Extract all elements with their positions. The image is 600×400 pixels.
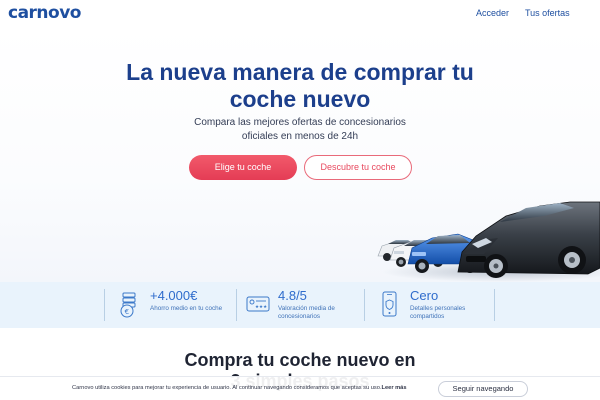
choose-car-button[interactable]: Elige tu coche — [189, 155, 297, 180]
cookie-message: Carnovo utiliza cookies para mejorar tu … — [72, 385, 382, 391]
top-header: carnovo Acceder Tus ofertas — [0, 0, 600, 26]
hero-subtitle-line-1: Compara las mejores ofertas de concesion… — [194, 117, 406, 128]
rating-card-icon: ★★★ — [246, 296, 270, 312]
benefit-rating-value: 4.8/5 — [278, 288, 307, 303]
svg-text:★★★: ★★★ — [255, 304, 267, 310]
benefit-privacy-value: Cero — [410, 288, 439, 303]
benefit-privacy-label: Detalles personales compartidos — [410, 305, 466, 320]
hero-title-line-1: La nueva manera de comprar tu — [126, 59, 474, 85]
benefit-savings-label: Ahorro medio en tu coche — [150, 305, 223, 312]
benefit-privacy: Cero Detalles personales compartidos — [378, 288, 488, 322]
divider — [494, 289, 495, 321]
benefit-rating-label: Valoración media de concesionarios — [278, 305, 335, 320]
carnovo-logo[interactable]: carnovo — [8, 3, 81, 23]
cookie-banner: Carnovo utiliza cookies para mejorar tu … — [0, 376, 600, 400]
hero-subtitle-line-2: oficiales en menos de 24h — [241, 131, 359, 142]
hero-subtitle: Compara las mejores ofertas de concesion… — [190, 116, 410, 144]
read-more-link[interactable]: Leer más — [382, 385, 407, 391]
cookie-text: Carnovo utiliza cookies para mejorar tu … — [72, 385, 407, 391]
cars-illustration — [377, 201, 600, 282]
divider — [236, 289, 237, 321]
benefits-strip: € +4.000€ Ahorro medio en tu coche ★★★ 4… — [0, 282, 600, 328]
hero-title-line-2: coche nuevo — [229, 86, 371, 112]
login-link[interactable]: Acceder — [476, 8, 509, 18]
my-offers-link[interactable]: Tus ofertas — [525, 8, 570, 18]
coins-icon: € — [120, 292, 136, 318]
divider — [104, 289, 105, 321]
hero-section: La nueva manera de comprar tu coche nuev… — [0, 26, 600, 282]
hero-title: La nueva manera de comprar tu coche nuev… — [0, 59, 600, 113]
phone-shield-icon — [382, 291, 397, 317]
continue-browsing-button[interactable]: Seguir navegando — [438, 381, 528, 397]
benefit-savings-value: +4.000€ — [150, 288, 198, 303]
black-car — [457, 201, 600, 278]
svg-text:€: € — [125, 308, 129, 316]
divider — [364, 289, 365, 321]
benefit-savings: € +4.000€ Ahorro medio en tu coche — [118, 288, 228, 322]
benefit-rating: ★★★ 4.8/5 Valoración media de concesiona… — [246, 288, 356, 322]
logo-text: carnovo — [8, 3, 81, 23]
